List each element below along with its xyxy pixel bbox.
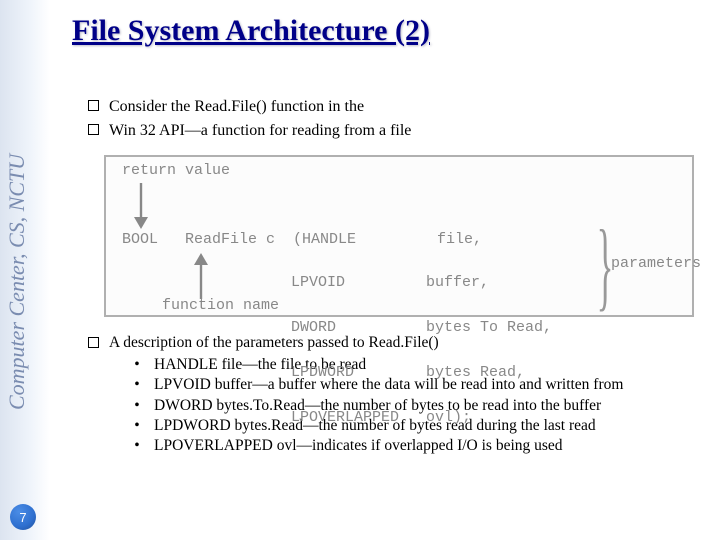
code-param: LPOVERLAPPED ovl); <box>291 410 552 425</box>
square-bullet-icon <box>88 100 99 111</box>
bullet-text: Win 32 API—a function for reading from a… <box>109 120 411 142</box>
code-param: DWORD bytes To Read, <box>291 320 552 335</box>
return-value-label: return value <box>122 162 230 179</box>
dot-bullet-icon: • <box>132 436 142 456</box>
page-number: 7 <box>19 510 26 525</box>
code-param: LPVOID buffer, <box>291 275 552 290</box>
function-signature-diagram: return value BOOL ReadFile c (HANDLE fil… <box>104 155 694 317</box>
dot-bullet-icon: • <box>132 396 142 416</box>
param-block: LPVOID buffer, DWORD bytes To Read, LPDW… <box>291 245 552 455</box>
parameters-label: parameters <box>611 255 701 272</box>
slide-title: File System Architecture (2) <box>72 14 720 48</box>
dot-bullet-icon: • <box>132 375 142 395</box>
list-item: Win 32 API—a function for reading from a… <box>88 120 720 142</box>
dot-bullet-icon: • <box>132 355 142 375</box>
page-number-badge: 7 <box>10 504 36 530</box>
code-param: LPDWORD bytes Read, <box>291 365 552 380</box>
sidebar-org-text: Computer Center, CS, NCTU <box>4 10 42 410</box>
sidebar: Computer Center, CS, NCTU 7 <box>0 0 50 540</box>
function-name-label: function name <box>162 297 279 314</box>
square-bullet-icon <box>88 124 99 135</box>
intro-bullets: Consider the Read.File() function in the… <box>88 96 720 141</box>
arrow-down-icon <box>132 181 150 229</box>
bullet-text: Consider the Read.File() function in the <box>109 96 364 118</box>
slide-content: File System Architecture (2) Consider th… <box>60 0 720 540</box>
list-item: Consider the Read.File() function in the <box>88 96 720 118</box>
square-bullet-icon <box>88 337 99 348</box>
dot-bullet-icon: • <box>132 416 142 436</box>
